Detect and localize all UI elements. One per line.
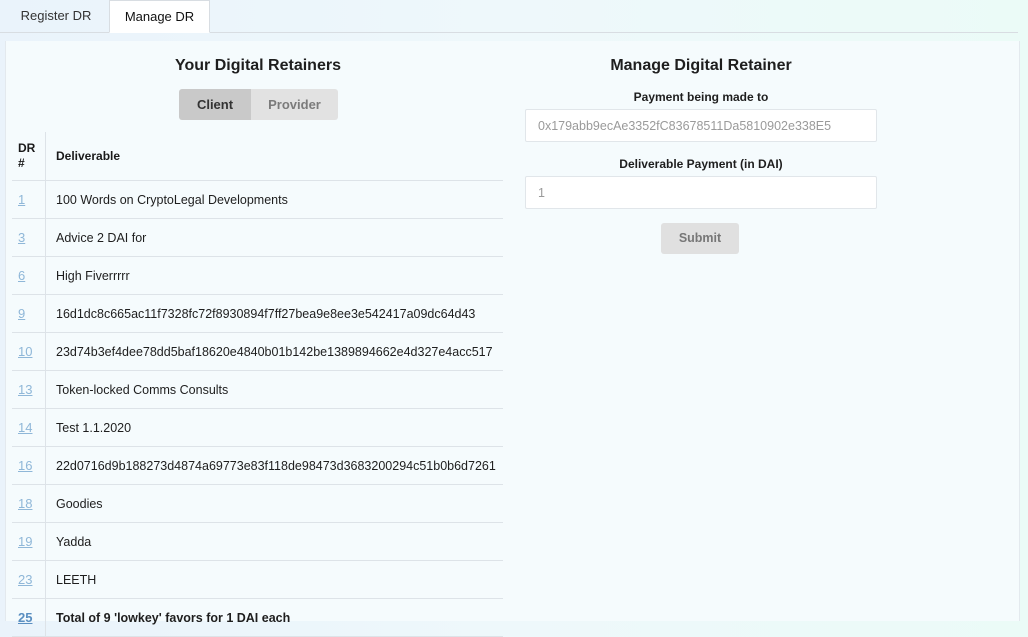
dr-number-link[interactable]: 25	[18, 610, 32, 625]
dr-number-link[interactable]: 14	[18, 420, 32, 435]
column-header-deliverable: Deliverable	[45, 132, 503, 181]
dr-number-link[interactable]: 10	[18, 344, 32, 359]
column-header-dr-number: DR #	[12, 132, 46, 181]
dr-number-link[interactable]: 18	[18, 496, 32, 511]
dr-number-cell: 19	[12, 522, 46, 561]
deliverable-cell: Yadda	[45, 522, 503, 561]
provider-toggle-button[interactable]: Provider	[251, 89, 338, 120]
table-row: 1 100 Words on CryptoLegal Developments	[12, 180, 503, 219]
retainers-title: Your Digital Retainers	[175, 57, 341, 74]
retainers-table: DR # Deliverable 1 100 Words on CryptoLeg…	[12, 132, 503, 637]
dr-number-link[interactable]: 23	[18, 572, 32, 587]
dr-number-cell: 9	[12, 294, 46, 333]
deliverable-cell: High Fiverrrrr	[45, 256, 503, 295]
table-row: 19 Yadda	[12, 522, 503, 561]
tab-register-dr[interactable]: Register DR	[8, 0, 104, 32]
dr-number-cell: 3	[12, 218, 46, 257]
dr-number-cell: 13	[12, 370, 46, 409]
client-toggle-button[interactable]: Client	[179, 89, 251, 120]
manage-panel: Your Digital Retainers Client Provider D…	[5, 41, 1020, 637]
dr-number-cell: 23	[12, 560, 46, 599]
role-toggle: Client Provider	[179, 89, 338, 120]
dr-number-cell: 10	[12, 332, 46, 371]
dr-number-link[interactable]: 1	[18, 192, 25, 207]
tab-bar: Register DR Manage DR	[0, 0, 1018, 33]
payment-amount-field[interactable]	[525, 176, 877, 209]
deliverable-cell: Token-locked Comms Consults	[45, 370, 503, 409]
table-row: 14 Test 1.1.2020	[12, 408, 503, 447]
payment-to-label: Payment being made to	[633, 90, 769, 104]
dr-number-cell: 16	[12, 446, 46, 485]
table-header-row: DR # Deliverable	[12, 132, 503, 181]
table-row: 23 LEETH	[12, 560, 503, 599]
dr-number-link[interactable]: 13	[18, 382, 32, 397]
payment-amount-label: Deliverable Payment (in DAI)	[619, 157, 783, 171]
dr-number-link[interactable]: 16	[18, 458, 32, 473]
deliverable-cell: LEETH	[45, 560, 503, 599]
table-row: 6 High Fiverrrrr	[12, 256, 503, 295]
deliverable-cell: Goodies	[45, 484, 503, 523]
dr-number-cell: 14	[12, 408, 46, 447]
deliverable-cell: 100 Words on CryptoLegal Developments	[45, 180, 503, 219]
table-row: 16 22d0716d9b188273d4874a69773e83f118de98…	[12, 446, 503, 485]
dr-number-cell: 25	[12, 598, 46, 637]
dr-number-cell: 1	[12, 180, 46, 219]
table-row: 25 Total of 9 'lowkey' favors for 1 DAI e…	[12, 598, 503, 637]
dr-number-link[interactable]: 6	[18, 268, 25, 283]
manage-retainer-title: Manage Digital Retainer	[610, 57, 792, 74]
tab-manage-dr[interactable]: Manage DR	[109, 0, 210, 33]
table-row: 3 Advice 2 DAI for	[12, 218, 503, 257]
dr-number-link[interactable]: 3	[18, 230, 25, 245]
dr-number-cell: 6	[12, 256, 46, 295]
deliverable-cell: 23d74b3ef4dee78dd5baf18620e4840b01b142be…	[45, 332, 503, 371]
table-row: 13 Token-locked Comms Consults	[12, 370, 503, 409]
dr-number-link[interactable]: 19	[18, 534, 32, 549]
deliverable-cell: Advice 2 DAI for	[45, 218, 503, 257]
table-row: 9 16d1dc8c665ac11f7328fc72f8930894f7ff27b…	[12, 294, 503, 333]
payment-to-field[interactable]	[525, 109, 877, 142]
table-row: 18 Goodies	[12, 484, 503, 523]
deliverable-cell: Test 1.1.2020	[45, 408, 503, 447]
dr-number-cell: 18	[12, 484, 46, 523]
deliverable-cell: Total of 9 'lowkey' favors for 1 DAI eac…	[45, 598, 503, 637]
submit-button[interactable]: Submit	[661, 223, 739, 254]
deliverable-cell: 16d1dc8c665ac11f7328fc72f8930894f7ff27be…	[45, 294, 503, 333]
deliverable-cell: 22d0716d9b188273d4874a69773e83f118de9847…	[45, 446, 503, 485]
table-row: 10 23d74b3ef4dee78dd5baf18620e4840b01b142…	[12, 332, 503, 371]
dr-number-link[interactable]: 9	[18, 306, 25, 321]
